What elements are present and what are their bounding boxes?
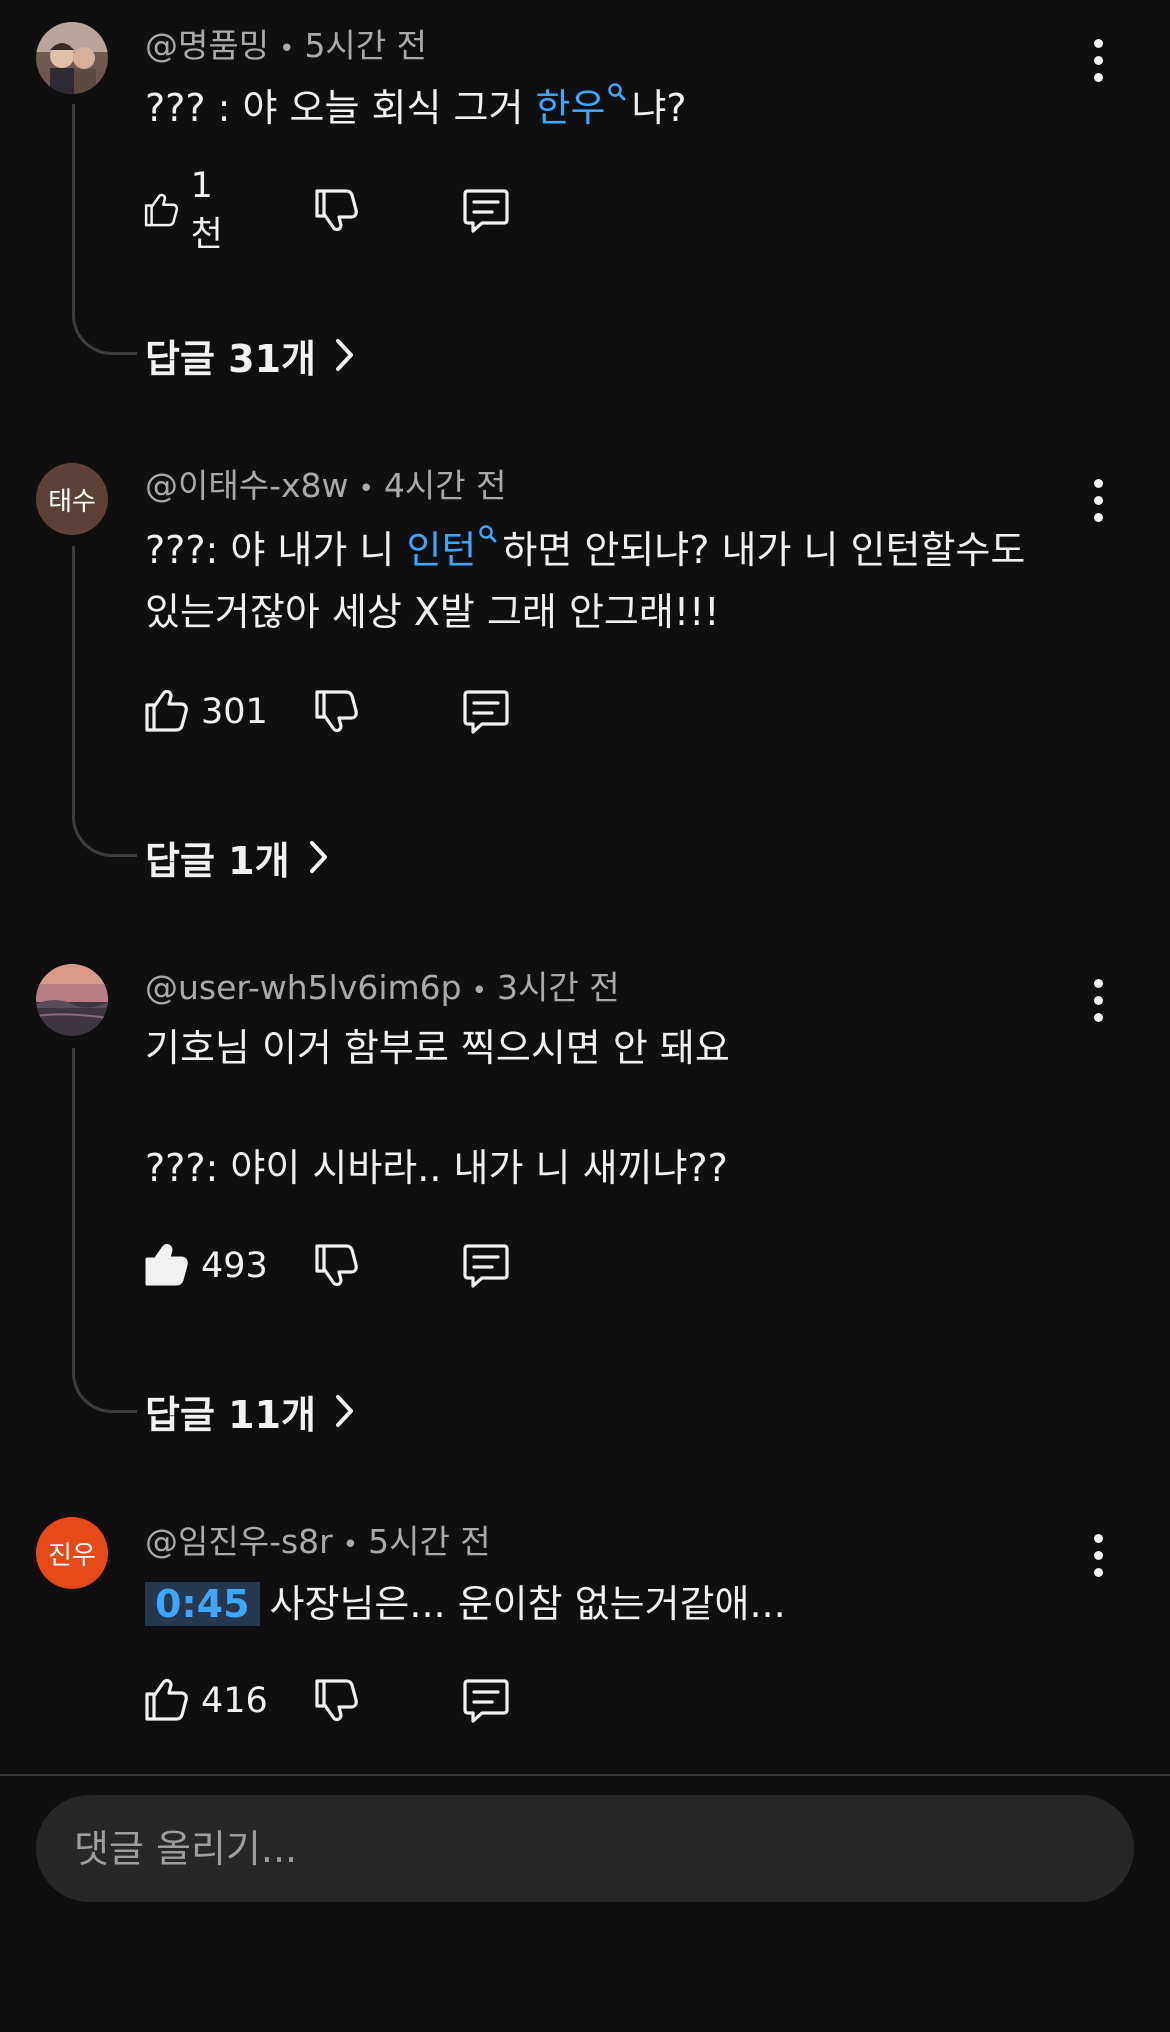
comment-text-line: 기호님 이거 함부로 찍으시면 안 돼요 [145,1026,730,1070]
more-vert-icon[interactable] [1080,30,1116,90]
search-link[interactable]: 한우 [536,86,606,130]
reply-button[interactable] [460,684,512,740]
thread-line [72,546,137,857]
more-vert-icon[interactable] [1080,970,1116,1030]
thumbs-down-icon [315,1244,358,1287]
like-button[interactable]: 301 [143,684,268,740]
dislike-button[interactable] [313,183,361,239]
dislike-button[interactable] [313,1673,361,1729]
chevron-right-icon [309,841,327,873]
comment-text-line: ???: 야이 시바라.. 내가 니 새끼냐?? [145,1146,728,1190]
thread-line [72,104,137,355]
comment-icon [463,1679,509,1723]
comment-icon [463,690,509,734]
separator-dot: • [358,474,374,504]
replies-button[interactable]: 답글 31개 [145,330,356,381]
comment-text-part: 하면 안되냐? 내가 니 인턴할수도 [502,528,1026,572]
like-button[interactable]: 416 [143,1673,268,1729]
author-name[interactable]: @명품밍 [145,26,269,65]
author-name[interactable]: @임진우-s8r [145,1522,333,1561]
chevron-right-icon [336,339,353,371]
reply-button[interactable] [460,1238,512,1294]
separator-dot: • [279,34,295,64]
avatar-photo [36,964,108,1036]
thumbs-up-icon [144,193,179,227]
replies-label: 답글 1개 [145,838,290,883]
like-count: 1천 [190,165,223,255]
video-timestamp-link[interactable]: 0:45 [145,1582,260,1626]
comment-meta: @명품밍 • 5시간 전 [145,26,427,69]
search-icon [608,83,626,101]
avatar[interactable] [36,22,108,94]
reply-button[interactable] [460,1673,512,1729]
avatar[interactable] [36,964,108,1036]
more-vert-icon[interactable] [1080,470,1116,530]
dislike-button[interactable] [313,684,361,740]
comment-text-line: 있는거잖아 세상 X발 그래 안그래!!! [145,590,720,634]
search-icon [479,525,497,543]
comment-text-part: ??? : 야 오늘 회식 그거 [145,86,536,130]
comment-input[interactable] [36,1795,1134,1902]
comment-meta: @이태수-x8w • 4시간 전 [145,466,506,509]
like-count: 416 [201,1681,268,1721]
search-link[interactable]: 인턴 [406,528,476,572]
replies-button[interactable]: 답글 11개 [145,1386,356,1437]
like-count: 493 [201,1246,268,1286]
avatar-photo [36,22,108,94]
like-button[interactable]: 1천 [143,166,233,255]
comment-meta: @임진우-s8r • 5시간 전 [145,1522,491,1565]
separator-dot: • [471,976,487,1006]
comment-text-part: 냐? [631,86,687,130]
comment-time: 5시간 전 [304,26,428,65]
thumbs-down-icon [315,690,358,733]
comment-text-part: 사장님은... 운이참 없는거같애... [269,1582,786,1626]
replies-label: 답글 31개 [145,336,316,381]
author-name[interactable]: @user-wh5lv6im6p [145,968,462,1007]
separator-dot: • [342,1530,359,1560]
thumbs-up-filled-icon [145,1244,188,1286]
thumbs-up-icon [145,1678,188,1721]
comment-icon [463,189,509,233]
more-vert-icon[interactable] [1080,1525,1116,1585]
replies-label: 답글 11개 [145,1392,316,1437]
replies-button[interactable]: 답글 1개 [145,832,330,883]
comment-icon [463,1244,509,1288]
thumbs-down-icon [315,1679,358,1722]
like-button[interactable]: 493 [143,1238,268,1294]
avatar-initials: 진우 [48,1540,96,1571]
chevron-right-icon [336,1395,353,1427]
comment-time: 5시간 전 [368,1522,491,1561]
comment-time: 3시간 전 [496,968,620,1007]
thumbs-up-icon [145,689,188,732]
avatar[interactable]: 진우 [36,1517,108,1589]
author-name[interactable]: @이태수-x8w [145,466,349,505]
avatar[interactable]: 태수 [36,463,108,535]
thumbs-down-icon [315,189,358,232]
comment-time: 4시간 전 [383,466,507,505]
comment-text: ???: 야 내가 니 인턴 하면 안되냐? 내가 니 인턴할수도 [145,520,1025,580]
avatar-initials: 태수 [48,486,96,517]
comment-text: 0:45 사장님은... 운이참 없는거같애... [145,1574,786,1634]
thread-line [72,1048,137,1413]
divider [0,1774,1170,1776]
comment-text-part: ???: 야 내가 니 [145,528,407,572]
reply-button[interactable] [460,183,512,239]
like-count: 301 [201,692,268,732]
dislike-button[interactable] [313,1238,361,1294]
comment-meta: @user-wh5lv6im6p • 3시간 전 [145,968,620,1011]
comment-text: ??? : 야 오늘 회식 그거 한우 냐? [145,78,687,138]
